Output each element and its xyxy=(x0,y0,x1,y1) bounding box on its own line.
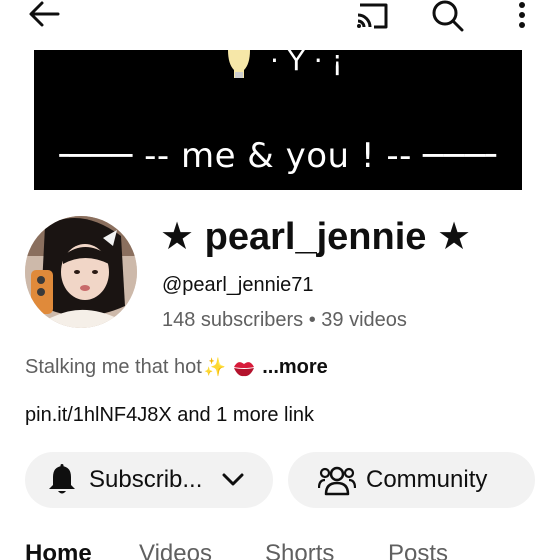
channel-stats: 148 subscribers • 39 videos xyxy=(162,309,407,331)
channel-description[interactable]: Stalking me that hot ✨ ...more xyxy=(25,356,328,379)
search-icon xyxy=(432,0,464,32)
description-text: Stalking me that hot xyxy=(25,356,202,378)
sparkle-icon: ✨ xyxy=(203,357,227,377)
arrow-left-icon xyxy=(29,1,60,27)
channel-tabs: Home Videos Shorts Posts xyxy=(25,540,545,560)
lightbulb-icon xyxy=(228,50,250,78)
more-link[interactable]: ...more xyxy=(262,356,328,379)
back-button[interactable] xyxy=(24,0,64,28)
tab-shorts[interactable]: Shorts xyxy=(265,540,334,560)
tab-posts[interactable]: Posts xyxy=(388,540,448,560)
people-icon xyxy=(318,466,356,496)
chevron-down-icon xyxy=(222,473,244,486)
vertical-dots-icon xyxy=(519,2,525,28)
cast-button[interactable] xyxy=(352,0,392,32)
channel-banner: · Ẏ · ¡ ╶─── -- me & you ! -- ───╴ xyxy=(34,50,522,190)
community-label: Community xyxy=(366,466,488,493)
subscribe-label: Subscrib... xyxy=(89,466,203,493)
bell-icon xyxy=(49,464,75,494)
cast-icon xyxy=(357,3,388,29)
channel-handle: @pearl_jennie71 xyxy=(162,274,314,296)
channel-link-url[interactable]: pin.it/1hlNF4J8X xyxy=(25,404,172,426)
channel-links[interactable]: pin.it/1hlNF4J8X and 1 more link xyxy=(25,404,314,427)
avatar-image xyxy=(25,216,137,328)
channel-name: ★ pearl_jennie ★ xyxy=(160,216,472,258)
tab-home[interactable]: Home xyxy=(25,540,92,560)
subscribe-button[interactable]: Subscrib... xyxy=(25,452,273,508)
more-options-button[interactable] xyxy=(506,0,538,32)
banner-decoration: · Ẏ · ¡ xyxy=(270,50,343,77)
tab-videos[interactable]: Videos xyxy=(139,540,212,560)
community-button[interactable]: Community xyxy=(288,452,535,508)
banner-text: ╶─── -- me & you ! -- ───╴ xyxy=(48,136,508,176)
more-links-label[interactable]: and 1 more link xyxy=(172,404,314,426)
kiss-mark-icon xyxy=(234,361,255,376)
channel-avatar[interactable] xyxy=(25,216,137,328)
top-app-bar xyxy=(0,0,560,40)
search-button[interactable] xyxy=(428,0,468,32)
